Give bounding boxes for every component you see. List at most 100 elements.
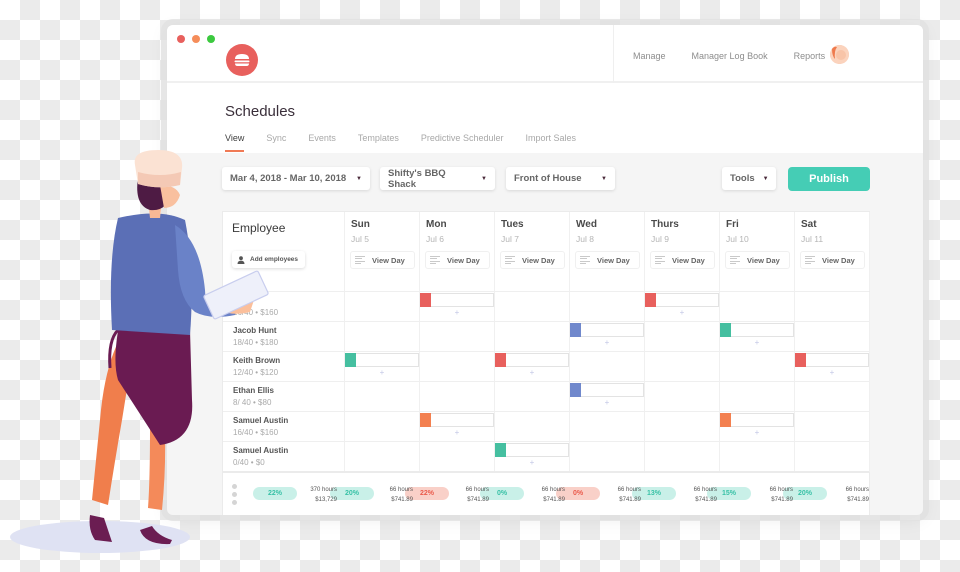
schedule-cell[interactable] <box>345 382 420 412</box>
schedule-cell[interactable] <box>345 292 420 322</box>
schedule-cell[interactable] <box>795 412 870 442</box>
schedule-cell[interactable] <box>645 382 720 412</box>
schedule-cell[interactable] <box>570 292 645 322</box>
schedule-cell[interactable]: + <box>420 292 495 322</box>
add-shift-icon[interactable]: + <box>570 338 644 347</box>
schedule-cell[interactable] <box>570 412 645 442</box>
schedule-cell[interactable]: + <box>420 412 495 442</box>
schedule-cell[interactable] <box>345 442 420 472</box>
add-shift-icon[interactable]: + <box>495 368 569 377</box>
tab-templates[interactable]: Templates <box>358 133 399 152</box>
schedule-cell[interactable] <box>420 442 495 472</box>
schedule-cell[interactable] <box>420 382 495 412</box>
view-day-button[interactable]: View Day <box>500 251 565 269</box>
employee-cell[interactable]: Keith Brown 12/40 • $120 <box>223 352 345 382</box>
view-day-button[interactable]: View Day <box>425 251 490 269</box>
shift-block[interactable] <box>495 443 569 457</box>
shift-block[interactable] <box>570 383 644 397</box>
schedule-cell[interactable] <box>570 442 645 472</box>
employee-cell[interactable]: Jacob Hunt 18/40 • $180 <box>223 322 345 352</box>
shift-block[interactable] <box>345 353 419 367</box>
schedule-cell[interactable] <box>795 442 870 472</box>
add-shift-icon[interactable]: + <box>495 458 569 467</box>
user-avatar[interactable] <box>830 45 849 64</box>
add-shift-icon[interactable]: + <box>420 428 494 437</box>
tab-import-sales[interactable]: Import Sales <box>525 133 576 152</box>
schedule-cell[interactable]: + <box>345 352 420 382</box>
shift-block[interactable] <box>720 323 794 337</box>
add-employees-button[interactable]: Add employees <box>232 251 305 268</box>
maximize-window-button[interactable] <box>207 35 215 43</box>
shift-block[interactable] <box>420 293 494 307</box>
view-day-button[interactable]: View Day <box>350 251 415 269</box>
schedule-cell[interactable] <box>795 292 870 322</box>
add-shift-icon[interactable]: + <box>795 368 869 377</box>
tab-events[interactable]: Events <box>308 133 336 152</box>
schedule-cell[interactable] <box>795 322 870 352</box>
shift-block[interactable] <box>645 293 719 307</box>
add-shift-icon[interactable]: + <box>420 308 494 317</box>
schedule-cell[interactable] <box>645 412 720 442</box>
view-day-button[interactable]: View Day <box>725 251 790 269</box>
department-value: Front of House <box>514 173 582 184</box>
schedule-cell[interactable] <box>645 322 720 352</box>
add-shift-icon[interactable]: + <box>570 398 644 407</box>
shift-block[interactable] <box>570 323 644 337</box>
schedule-cell[interactable] <box>645 352 720 382</box>
employee-cell[interactable]: Bell 16/40 • $160 <box>223 292 345 322</box>
employee-cell[interactable]: Ethan Ellis 8/ 40 • $80 <box>223 382 345 412</box>
schedule-cell[interactable] <box>345 412 420 442</box>
shift-block[interactable] <box>420 413 494 427</box>
location-dropdown[interactable]: Shifty's BBQ Shack ▼ <box>380 167 495 190</box>
schedule-cell[interactable] <box>720 292 795 322</box>
department-dropdown[interactable]: Front of House ▼ <box>506 167 615 190</box>
schedule-cell[interactable]: + <box>720 322 795 352</box>
schedule-cell[interactable]: + <box>720 412 795 442</box>
view-day-button[interactable]: View Day <box>800 251 865 269</box>
tab-predictive-scheduler[interactable]: Predictive Scheduler <box>421 133 504 152</box>
schedule-cell[interactable]: + <box>495 352 570 382</box>
shift-block[interactable] <box>495 353 569 367</box>
schedule-cell[interactable]: + <box>570 382 645 412</box>
publish-button[interactable]: Publish <box>788 167 870 191</box>
schedule-cell[interactable] <box>720 382 795 412</box>
add-shift-icon[interactable]: + <box>345 368 419 377</box>
schedule-cell[interactable] <box>720 352 795 382</box>
employee-cell[interactable]: Samuel Austin 16/40 • $160 <box>223 412 345 442</box>
schedule-cell[interactable]: + <box>570 322 645 352</box>
schedule-cell[interactable] <box>495 322 570 352</box>
view-day-button[interactable]: View Day <box>575 251 640 269</box>
schedule-cell[interactable] <box>495 382 570 412</box>
nav-manage[interactable]: Manage <box>633 51 666 61</box>
schedule-cell[interactable] <box>645 442 720 472</box>
add-shift-icon[interactable]: + <box>720 338 794 347</box>
more-options-icon[interactable] <box>232 484 237 505</box>
minimize-window-button[interactable] <box>192 35 200 43</box>
view-day-button[interactable]: View Day <box>650 251 715 269</box>
schedule-cell[interactable] <box>420 352 495 382</box>
schedule-cell[interactable] <box>420 322 495 352</box>
tab-view[interactable]: View <box>225 133 245 152</box>
schedule-cell[interactable] <box>795 382 870 412</box>
add-shift-icon[interactable]: + <box>645 308 719 317</box>
schedule-cell[interactable] <box>720 442 795 472</box>
employee-cell[interactable]: Samuel Austin 0/40 • $0 <box>223 442 345 472</box>
tab-sync[interactable]: Sync <box>266 133 286 152</box>
schedule-cell[interactable] <box>495 412 570 442</box>
brand-logo[interactable] <box>226 44 258 76</box>
close-window-button[interactable] <box>177 35 185 43</box>
shift-block[interactable] <box>795 353 869 367</box>
add-shift-icon[interactable]: + <box>720 428 794 437</box>
schedule-cell[interactable]: + <box>495 442 570 472</box>
schedule-cell[interactable]: + <box>645 292 720 322</box>
shift-block[interactable] <box>720 413 794 427</box>
schedule-cell[interactable] <box>570 352 645 382</box>
nav-manager-log-book[interactable]: Manager Log Book <box>692 51 768 61</box>
tools-dropdown[interactable]: Tools ▼ <box>722 167 776 190</box>
schedule-cell[interactable]: + <box>795 352 870 382</box>
nav-reports[interactable]: Reports <box>794 51 826 61</box>
schedule-cell[interactable] <box>345 322 420 352</box>
date-range-dropdown[interactable]: Mar 4, 2018 - Mar 10, 2018 ▼ <box>222 167 370 190</box>
schedule-cell[interactable] <box>495 292 570 322</box>
shift-color-marker <box>420 413 431 427</box>
